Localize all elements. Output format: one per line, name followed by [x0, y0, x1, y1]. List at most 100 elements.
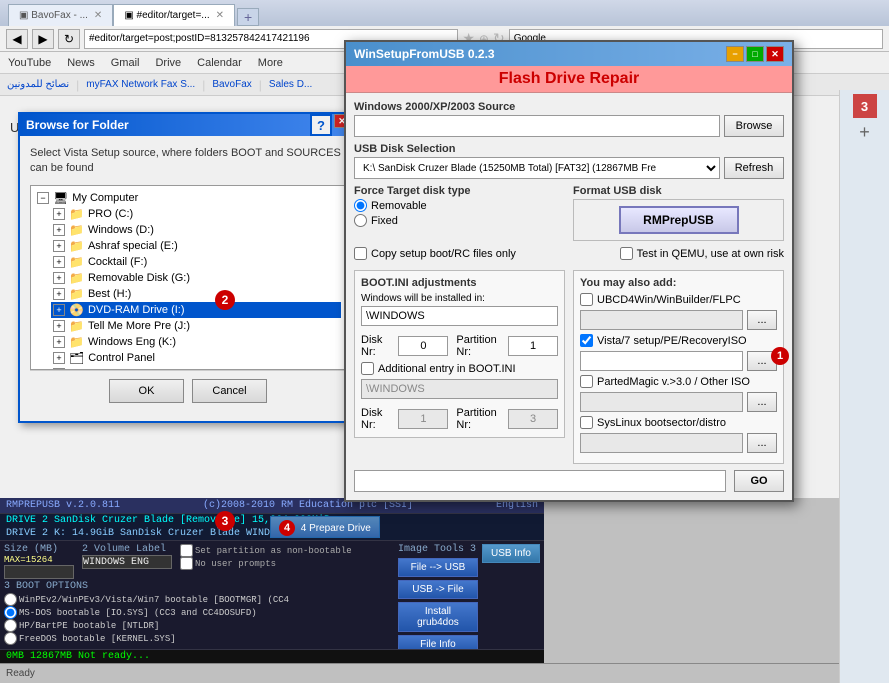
non-bootable-check[interactable]: Set partition as non-bootable	[180, 544, 352, 557]
tree-item-pro[interactable]: + 📁 PRO (C:)	[51, 206, 341, 222]
source-input[interactable]	[354, 115, 720, 137]
file-to-usb-button[interactable]: File --> USB	[398, 558, 478, 577]
expander[interactable]: +	[53, 240, 65, 252]
nav-drive[interactable]: Drive	[147, 52, 189, 73]
bookmark-1[interactable]: نصائح للمدونين	[4, 78, 72, 91]
parted-input[interactable]	[580, 392, 743, 412]
nav-news[interactable]: News	[59, 52, 103, 73]
copy-setup-checkbox[interactable]: Copy setup boot/RC files only	[354, 247, 516, 260]
browser-tab-2[interactable]: ▣ #editor/target=... ✕	[113, 4, 235, 26]
fixed-radio[interactable]: Fixed	[354, 214, 565, 227]
test-qemu-input[interactable]	[620, 247, 633, 260]
tree-item-windows-d[interactable]: + 📁 Windows (D:)	[51, 222, 341, 238]
go-button[interactable]: GO	[734, 470, 784, 492]
volume-input[interactable]	[82, 555, 172, 569]
boot-opt-1-input[interactable]	[4, 593, 17, 606]
bookmark-3[interactable]: BavoFax	[209, 78, 254, 91]
prepare-drive-button[interactable]: 4 4 Prepare Drive	[270, 516, 380, 538]
syslinux-checkbox[interactable]	[580, 416, 593, 429]
parted-checkbox[interactable]	[580, 375, 593, 388]
tab-close-active[interactable]: ✕	[216, 10, 224, 21]
fixed-radio-input[interactable]	[354, 214, 367, 227]
non-bootable-input[interactable]	[180, 544, 193, 557]
tree-item-tellmemore[interactable]: + 📁 Tell Me More Pre (J:)	[51, 318, 341, 334]
boot-opt-1[interactable]: WinPEv2/WinPEv3/Vista/Win7 bootable [BOO…	[4, 593, 394, 606]
boot-opt-4[interactable]: FreeDOS bootable [KERNEL.SYS]	[4, 632, 394, 645]
disk-nr-input-1[interactable]	[398, 336, 448, 356]
no-prompts-input[interactable]	[180, 557, 193, 570]
expander[interactable]: +	[53, 224, 65, 236]
tree-item-dvdram[interactable]: + 📀 DVD-RAM Drive (I:)	[51, 302, 341, 318]
tab-close[interactable]: ✕	[94, 10, 102, 21]
additional-entry-input[interactable]	[361, 362, 374, 375]
vista-input[interactable]	[580, 351, 743, 371]
expander[interactable]: +	[53, 272, 65, 284]
tree-item-cocktail[interactable]: + 📁 Cocktail (F:)	[51, 254, 341, 270]
parted-browse-button[interactable]: ...	[747, 392, 777, 412]
ubcd-checkbox[interactable]	[580, 293, 593, 306]
vista-checkbox[interactable]	[580, 334, 593, 347]
browser-tab-1[interactable]: ▣ BavoFax - ... ✕	[8, 4, 113, 26]
tree-item-root[interactable]: − 🖥 My Computer	[35, 190, 341, 206]
syslinux-browse-button[interactable]: ...	[747, 433, 777, 453]
expander[interactable]: +	[53, 256, 65, 268]
sidebar-number[interactable]: 3	[853, 94, 877, 118]
ok-button[interactable]: OK	[109, 379, 184, 403]
usb-to-file-button[interactable]: USB -> File	[398, 580, 478, 599]
root-expander[interactable]: −	[37, 192, 49, 204]
copy-setup-input[interactable]	[354, 247, 367, 260]
size-input[interactable]	[4, 565, 74, 579]
install-grub4dos-button[interactable]: Install grub4dos	[398, 602, 478, 632]
tree-item-removable[interactable]: + 📁 Removable Disk (G:)	[51, 270, 341, 286]
restore-button[interactable]: □	[746, 46, 764, 62]
tree-item-ashraf[interactable]: + 📁 Ashraf special (E:)	[51, 238, 341, 254]
expander[interactable]: +	[53, 352, 65, 364]
test-qemu-checkbox[interactable]: Test in QEMU, use at own risk	[620, 247, 784, 260]
rmprep-button[interactable]: RMPrepUSB	[619, 206, 739, 234]
nav-gmail[interactable]: Gmail	[103, 52, 148, 73]
item-label: Cocktail (F:)	[88, 256, 147, 268]
windows-dir-input[interactable]	[361, 306, 558, 326]
removable-label: Removable	[371, 200, 427, 212]
minimize-button[interactable]: −	[726, 46, 744, 62]
nav-more[interactable]: More	[250, 52, 291, 73]
bookmark-4[interactable]: Sales D...	[266, 78, 315, 91]
nav-calendar[interactable]: Calendar	[189, 52, 250, 73]
bookmark-2[interactable]: myFAX Network Fax S...	[83, 78, 198, 91]
additional-entry-checkbox[interactable]: Additional entry in BOOT.INI	[361, 362, 558, 375]
usb-info-button[interactable]: USB Info	[482, 544, 540, 563]
sidebar-plus[interactable]: +	[840, 122, 889, 143]
boot-opt-2[interactable]: MS-DOS bootable [IO.SYS] (CC3 and CC4DOS…	[4, 606, 394, 619]
refresh-button[interactable]: Refresh	[724, 157, 784, 179]
removable-radio[interactable]: Removable	[354, 199, 565, 212]
tree-item-control-panel[interactable]: + 🗂 Control Panel	[51, 350, 341, 366]
ubcd-input[interactable]	[580, 310, 743, 330]
partition-nr-input-1[interactable]	[508, 336, 558, 356]
tree-item-windows-k[interactable]: + 📁 Windows Eng (K:)	[51, 334, 341, 350]
help-button[interactable]: ?	[310, 114, 332, 136]
new-tab-button[interactable]: +	[237, 8, 259, 26]
usb-disk-select[interactable]: K:\ SanDisk Cruzer Blade (15250MB Total)…	[354, 157, 720, 179]
ubcd-browse-button[interactable]: ...	[747, 310, 777, 330]
expander[interactable]: +	[53, 304, 65, 316]
source-browse-button[interactable]: Browse	[724, 115, 784, 137]
expander[interactable]: +	[53, 288, 65, 300]
tree-item-best[interactable]: + 📁 Best (H:)	[51, 286, 341, 302]
removable-radio-input[interactable]	[354, 199, 367, 212]
expander[interactable]: +	[53, 336, 65, 348]
boot-opt-3[interactable]: HP/BartPE bootable [NTLDR]	[4, 619, 394, 632]
no-prompts-check[interactable]: No user prompts	[180, 557, 352, 570]
forward-btn[interactable]: ▶	[32, 29, 54, 49]
boot-opt-3-input[interactable]	[4, 619, 17, 632]
expander[interactable]: +	[53, 208, 65, 220]
boot-opt-4-input[interactable]	[4, 632, 17, 645]
boot-opt-2-input[interactable]	[4, 606, 17, 619]
refresh-btn[interactable]: ↻	[58, 29, 80, 49]
nav-youtube[interactable]: YouTube	[0, 52, 59, 73]
expander[interactable]: +	[53, 320, 65, 332]
close-dialog-button[interactable]: ✕	[766, 46, 784, 62]
cancel-button[interactable]: Cancel	[192, 379, 267, 403]
folder-tree[interactable]: − 🖥 My Computer + 📁 PRO (C:) + 📁 Windows…	[30, 185, 346, 370]
syslinux-input[interactable]	[580, 433, 743, 453]
back-btn[interactable]: ◀	[6, 29, 28, 49]
